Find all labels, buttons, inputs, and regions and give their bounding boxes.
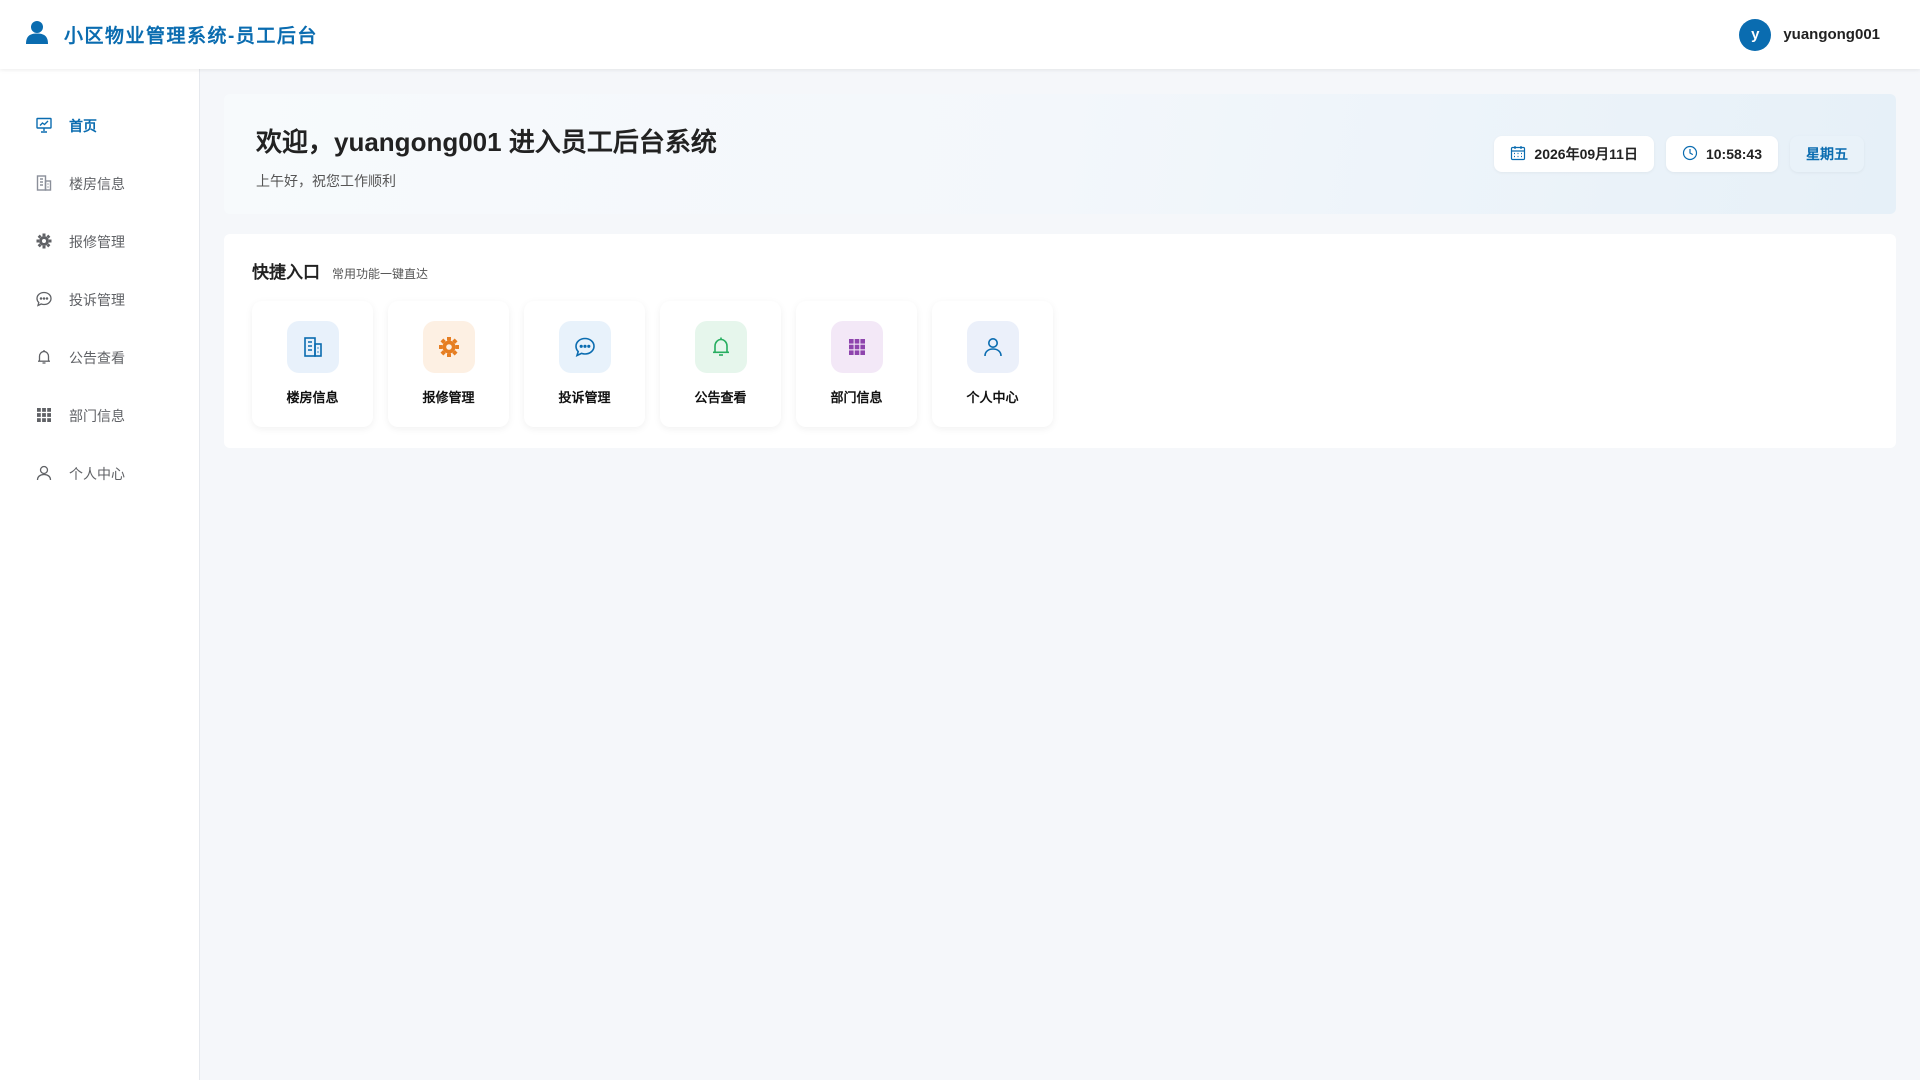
- sidebar-item-label: 公告查看: [69, 350, 125, 366]
- avatar[interactable]: y: [1739, 18, 1772, 51]
- grid-icon: [830, 321, 883, 373]
- brand[interactable]: 小区物业管理系统-员工后台: [26, 20, 318, 49]
- bell-icon: [694, 321, 747, 373]
- quick-card-label: 公告查看: [694, 390, 747, 405]
- weekday-pill: 星期五: [1790, 136, 1864, 172]
- sidebar-item-notice[interactable]: 公告查看: [0, 329, 199, 387]
- sidebar-item-label: 楼房信息: [69, 176, 125, 192]
- username[interactable]: yuangong001: [1783, 26, 1880, 43]
- date-time-group: 2026年09月11日 10:58:43 星期五: [1494, 136, 1864, 172]
- sidebar-item-home[interactable]: 首页: [0, 97, 199, 155]
- quick-entry-cards: 楼房信息 报修管理 投诉管理 公告查看 部门信息 个人中心: [252, 301, 1868, 427]
- welcome-subtitle: 上午好，祝您工作顺利: [256, 173, 396, 189]
- dashboard-icon: [35, 116, 53, 137]
- sidebar-item-building[interactable]: 楼房信息: [0, 155, 199, 213]
- user-menu[interactable]: y yuangong001: [1739, 18, 1880, 51]
- time-pill: 10:58:43: [1665, 136, 1778, 172]
- sidebar-item-label: 报修管理: [69, 234, 125, 250]
- sidebar: 首页 楼房信息 报修管理 投诉管理 公告查看 部门信息 个人中心: [0, 69, 200, 1080]
- quick-card-label: 个人中心: [966, 390, 1019, 405]
- quick-entry-panel: 快捷入口 常用功能一键直达 楼房信息 报修管理 投诉管理 公告查看 部门信息 个…: [224, 234, 1896, 448]
- sidebar-item-repair[interactable]: 报修管理: [0, 213, 199, 271]
- current-weekday: 星期五: [1806, 146, 1848, 162]
- user-icon: [35, 464, 53, 485]
- sidebar-item-label: 部门信息: [69, 408, 125, 424]
- quick-card-repair[interactable]: 报修管理: [388, 301, 509, 427]
- quick-card-label: 报修管理: [422, 390, 475, 405]
- sidebar-item-label: 投诉管理: [69, 292, 125, 308]
- current-time: 10:58:43: [1705, 146, 1762, 162]
- sidebar-item-department[interactable]: 部门信息: [0, 387, 199, 445]
- quick-card-department[interactable]: 部门信息: [796, 301, 917, 427]
- quick-card-label: 楼房信息: [286, 390, 339, 405]
- quick-card-label: 部门信息: [830, 390, 883, 405]
- user-icon: [26, 20, 48, 49]
- quick-card-profile[interactable]: 个人中心: [932, 301, 1053, 427]
- sidebar-item-label: 首页: [69, 118, 97, 134]
- building-icon: [35, 174, 53, 195]
- welcome-banner: 欢迎，yuangong001 进入员工后台系统 上午好，祝您工作顺利 2026年…: [224, 94, 1896, 214]
- top-header: 小区物业管理系统-员工后台 y yuangong001: [0, 0, 1920, 69]
- gear-icon: [35, 232, 53, 253]
- quick-card-label: 投诉管理: [558, 390, 611, 405]
- quick-entry-title: 快捷入口: [252, 263, 320, 282]
- date-pill: 2026年09月11日: [1494, 136, 1654, 172]
- quick-card-complaint[interactable]: 投诉管理: [524, 301, 645, 427]
- quick-entry-subtitle: 常用功能一键直达: [332, 267, 429, 281]
- grid-icon: [35, 406, 53, 427]
- quick-card-building[interactable]: 楼房信息: [252, 301, 373, 427]
- user-icon: [966, 321, 1019, 373]
- chat-icon: [35, 290, 53, 311]
- current-date: 2026年09月11日: [1534, 146, 1638, 162]
- quick-entry-header: 快捷入口 常用功能一键直达: [252, 258, 1868, 283]
- gear-icon: [422, 321, 475, 373]
- sidebar-item-complaint[interactable]: 投诉管理: [0, 271, 199, 329]
- bell-icon: [35, 348, 53, 369]
- sidebar-item-label: 个人中心: [69, 466, 125, 482]
- calendar-icon: [1510, 145, 1526, 164]
- sidebar-item-profile[interactable]: 个人中心: [0, 445, 199, 503]
- quick-card-notice[interactable]: 公告查看: [660, 301, 781, 427]
- app-title: 小区物业管理系统-员工后台: [64, 26, 318, 47]
- chat-icon: [558, 321, 611, 373]
- clock-icon: [1682, 145, 1698, 164]
- building-icon: [286, 321, 339, 373]
